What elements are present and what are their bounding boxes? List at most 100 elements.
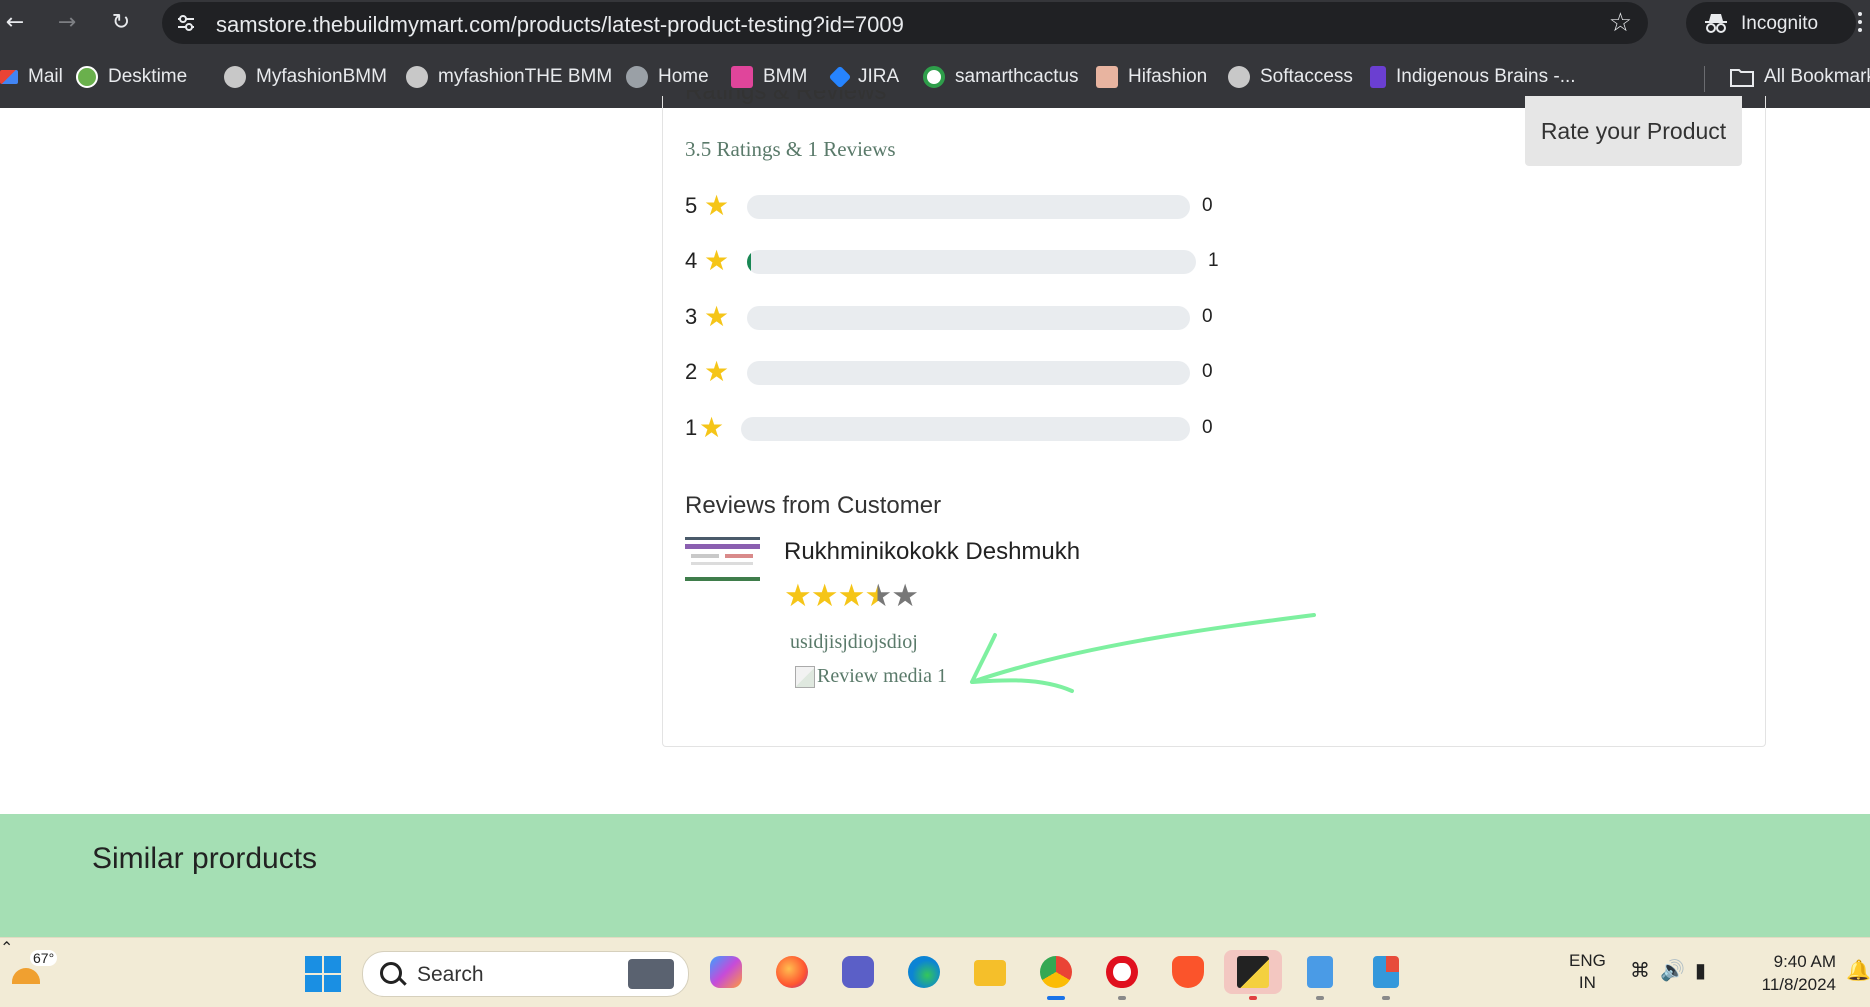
back-arrow-icon[interactable]: ←	[0, 8, 30, 38]
incognito-badge[interactable]: Incognito	[1686, 2, 1856, 44]
firefox-icon[interactable]	[770, 950, 814, 994]
snipping-tool-icon[interactable]	[1364, 950, 1408, 1000]
similar-products-section: Similar prorducts	[0, 814, 1870, 937]
file-explorer-icon[interactable]	[968, 950, 1012, 994]
similar-products-title: Similar prorducts	[92, 842, 318, 875]
bmm-icon	[731, 66, 753, 88]
notification-bell-icon[interactable]: 🔔	[1846, 958, 1870, 982]
reviewer-avatar[interactable]	[685, 537, 760, 581]
incognito-icon	[1705, 14, 1727, 33]
rating-bar	[747, 250, 1196, 274]
rating-count: 0	[1202, 195, 1213, 216]
star-icon: ★	[699, 411, 725, 444]
jira-icon	[828, 65, 852, 89]
review-media-alt: Review media 1	[817, 665, 947, 687]
search-icon	[380, 962, 402, 984]
rating-level: 2	[685, 359, 698, 384]
rating-bar	[747, 361, 1190, 385]
weather-widget[interactable]: 67°	[8, 950, 58, 992]
rating-level: 5	[685, 193, 698, 218]
annotation-arrow-icon	[970, 613, 1316, 693]
search-placeholder: Search	[417, 963, 484, 986]
rating-bar	[747, 306, 1190, 330]
rating-row-2: 2 ★ 0	[685, 354, 1245, 390]
rating-count: 0	[1202, 306, 1213, 327]
brave-icon[interactable]	[1166, 950, 1210, 994]
star-icon: ★	[837, 578, 866, 614]
globe-icon	[626, 66, 648, 88]
star-icon: ★	[704, 244, 730, 277]
system-tray-icons[interactable]: ⌘🔊▮	[1630, 958, 1716, 982]
more-menu-icon[interactable]	[1858, 8, 1868, 38]
rating-level: 4	[685, 248, 698, 273]
region-code: IN	[1578, 973, 1596, 992]
rating-count: 0	[1202, 361, 1213, 382]
bookmark-star-icon[interactable]: ☆	[1609, 8, 1632, 38]
battery-icon[interactable]: ▮	[1695, 958, 1716, 982]
bookmarks-divider	[1704, 66, 1705, 92]
sticky-notes-icon[interactable]	[1224, 950, 1282, 1000]
browser-toolbar: ← → ↻ samstore.thebuildmymart.com/produc…	[0, 0, 1870, 46]
language-indicator[interactable]: ENG IN	[1569, 950, 1606, 994]
rating-count: 1	[1208, 250, 1219, 271]
bookmark-desktime[interactable]: Desktime	[76, 46, 187, 108]
bookmark-label: Indigenous Brains -...	[1396, 66, 1576, 87]
review-text: usidjisjdiojsdioj	[790, 631, 918, 653]
rating-row-4: 4 ★ 1	[685, 243, 1245, 279]
forward-arrow-icon[interactable]: →	[52, 8, 82, 38]
globe-icon	[224, 66, 246, 88]
weather-temperature: 67°	[30, 950, 58, 966]
rating-summary: 3.5 Ratings & 1 Reviews	[685, 137, 896, 161]
reload-icon[interactable]: ↻	[106, 8, 136, 38]
bookmark-label: MyfashionBMM	[256, 66, 387, 87]
weather-sun-icon	[12, 968, 40, 984]
indigenous-icon	[1370, 66, 1386, 88]
ratings-heading: Ratings & Reviews	[685, 90, 887, 105]
globe-icon	[406, 66, 428, 88]
site-settings-icon[interactable]	[176, 13, 196, 33]
url-text[interactable]: samstore.thebuildmymart.com/products/lat…	[216, 12, 904, 38]
teams-icon[interactable]	[836, 950, 880, 994]
rating-row-3: 3 ★ 0	[685, 299, 1245, 335]
star-icon: ★	[810, 578, 839, 614]
chrome-icon[interactable]	[1034, 950, 1078, 1000]
bookmark-label: Hifashion	[1128, 66, 1208, 87]
system-clock[interactable]: 9:40 AM 11/8/2024	[1750, 950, 1836, 996]
bookmark-label: Desktime	[108, 66, 188, 87]
all-bookmarks-label: All Bookmarks	[1764, 66, 1870, 87]
reviewer-name: Rukhminikokokk Deshmukh	[784, 538, 1081, 565]
windows-start-icon[interactable]	[305, 956, 341, 992]
star-icon: ★	[704, 355, 730, 388]
clock-date: 11/8/2024	[1761, 975, 1836, 994]
notepad-icon[interactable]	[1298, 950, 1342, 1000]
clock-time: 9:40 AM	[1773, 952, 1836, 971]
folder-icon	[1730, 69, 1754, 87]
rating-row-5: 5 ★ 0	[685, 188, 1245, 224]
copilot-icon[interactable]	[704, 950, 748, 994]
incognito-label: Incognito	[1741, 13, 1819, 34]
opera-icon[interactable]	[1100, 950, 1144, 1000]
edge-icon[interactable]	[902, 950, 946, 994]
wifi-icon[interactable]: ⌘	[1630, 958, 1660, 982]
show-hidden-icons-icon[interactable]: ⌃	[0, 938, 13, 1007]
bookmark-label: Home	[658, 66, 709, 87]
gmail-icon	[0, 70, 18, 84]
taskbar-search[interactable]: Search	[362, 951, 689, 997]
rate-product-button[interactable]: Rate your Product	[1525, 96, 1742, 166]
windows-taskbar: 67° Search ⌃ ENG IN ⌘🔊▮ 9:40 AM 11/8/202…	[0, 937, 1870, 1007]
bookmark-myfashionbmm[interactable]: MyfashionBMM	[224, 46, 387, 108]
rating-count: 0	[1202, 417, 1213, 438]
globe-icon	[1228, 66, 1250, 88]
bookmark-label: Softaccess	[1260, 66, 1353, 87]
review-media-broken-image[interactable]: Review media 1	[795, 665, 947, 688]
volume-icon[interactable]: 🔊	[1660, 958, 1695, 982]
reviews-title: Reviews from Customer	[685, 492, 942, 519]
bookmark-myfashionthebmm[interactable]: myfashionTHE BMM	[406, 46, 612, 108]
search-highlight-image	[628, 959, 674, 989]
address-bar[interactable]: samstore.thebuildmymart.com/products/lat…	[162, 2, 1648, 44]
bookmark-mail[interactable]: Mail	[0, 46, 63, 108]
rating-bar-fill	[747, 250, 752, 274]
empty-star-icon: ★	[891, 578, 919, 614]
hifashion-icon	[1096, 66, 1118, 88]
review-star-rating: ★★★★★	[784, 578, 919, 614]
